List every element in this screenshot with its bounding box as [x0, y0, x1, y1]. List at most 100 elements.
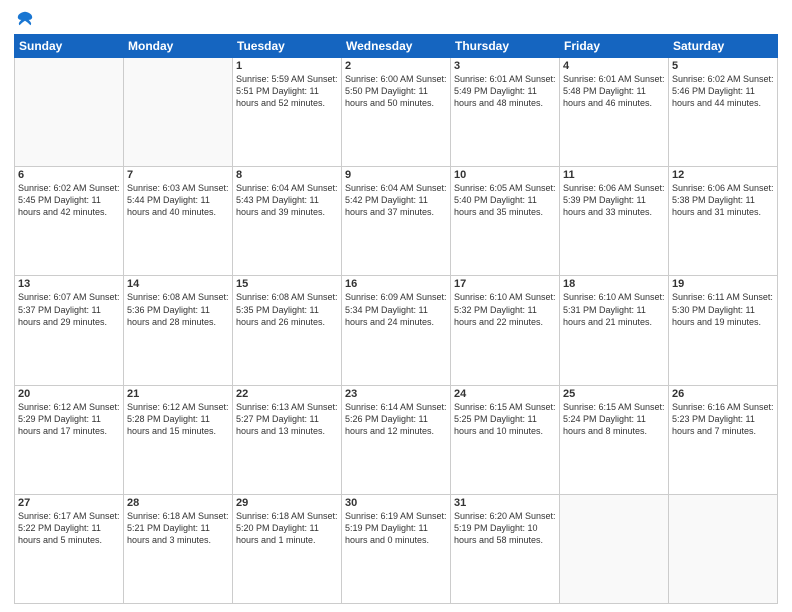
- calendar-cell: 18Sunrise: 6:10 AM Sunset: 5:31 PM Dayli…: [560, 276, 669, 385]
- calendar-cell: 22Sunrise: 6:13 AM Sunset: 5:27 PM Dayli…: [233, 385, 342, 494]
- cell-day-number: 5: [672, 60, 774, 72]
- cell-day-info: Sunrise: 6:11 AM Sunset: 5:30 PM Dayligh…: [672, 291, 774, 327]
- cell-day-info: Sunrise: 6:06 AM Sunset: 5:38 PM Dayligh…: [672, 182, 774, 218]
- cell-day-number: 14: [127, 278, 229, 290]
- cell-day-info: Sunrise: 6:20 AM Sunset: 5:19 PM Dayligh…: [454, 510, 556, 546]
- cell-day-number: 30: [345, 497, 447, 509]
- calendar-cell: 20Sunrise: 6:12 AM Sunset: 5:29 PM Dayli…: [15, 385, 124, 494]
- calendar-cell: 17Sunrise: 6:10 AM Sunset: 5:32 PM Dayli…: [451, 276, 560, 385]
- cell-day-number: 26: [672, 388, 774, 400]
- cell-day-info: Sunrise: 6:07 AM Sunset: 5:37 PM Dayligh…: [18, 291, 120, 327]
- cell-day-number: 24: [454, 388, 556, 400]
- cell-day-number: 10: [454, 169, 556, 181]
- calendar-cell: 26Sunrise: 6:16 AM Sunset: 5:23 PM Dayli…: [669, 385, 778, 494]
- calendar-cell: 9Sunrise: 6:04 AM Sunset: 5:42 PM Daylig…: [342, 167, 451, 276]
- cell-day-number: 7: [127, 169, 229, 181]
- cell-day-number: 22: [236, 388, 338, 400]
- cell-day-info: Sunrise: 6:17 AM Sunset: 5:22 PM Dayligh…: [18, 510, 120, 546]
- cell-day-number: 20: [18, 388, 120, 400]
- cell-day-info: Sunrise: 6:18 AM Sunset: 5:20 PM Dayligh…: [236, 510, 338, 546]
- cell-day-info: Sunrise: 6:12 AM Sunset: 5:28 PM Dayligh…: [127, 401, 229, 437]
- calendar-cell: 23Sunrise: 6:14 AM Sunset: 5:26 PM Dayli…: [342, 385, 451, 494]
- calendar-cell: 19Sunrise: 6:11 AM Sunset: 5:30 PM Dayli…: [669, 276, 778, 385]
- cell-day-info: Sunrise: 6:00 AM Sunset: 5:50 PM Dayligh…: [345, 73, 447, 109]
- cell-day-info: Sunrise: 5:59 AM Sunset: 5:51 PM Dayligh…: [236, 73, 338, 109]
- calendar-header-thursday: Thursday: [451, 35, 560, 58]
- calendar-cell: 24Sunrise: 6:15 AM Sunset: 5:25 PM Dayli…: [451, 385, 560, 494]
- calendar-cell: 21Sunrise: 6:12 AM Sunset: 5:28 PM Dayli…: [124, 385, 233, 494]
- cell-day-number: 13: [18, 278, 120, 290]
- cell-day-info: Sunrise: 6:10 AM Sunset: 5:31 PM Dayligh…: [563, 291, 665, 327]
- cell-day-number: 8: [236, 169, 338, 181]
- cell-day-number: 2: [345, 60, 447, 72]
- calendar-cell: 13Sunrise: 6:07 AM Sunset: 5:37 PM Dayli…: [15, 276, 124, 385]
- cell-day-info: Sunrise: 6:16 AM Sunset: 5:23 PM Dayligh…: [672, 401, 774, 437]
- cell-day-number: 31: [454, 497, 556, 509]
- cell-day-info: Sunrise: 6:09 AM Sunset: 5:34 PM Dayligh…: [345, 291, 447, 327]
- cell-day-info: Sunrise: 6:06 AM Sunset: 5:39 PM Dayligh…: [563, 182, 665, 218]
- calendar-cell: [124, 58, 233, 167]
- calendar-cell: 1Sunrise: 5:59 AM Sunset: 5:51 PM Daylig…: [233, 58, 342, 167]
- calendar-week-row: 20Sunrise: 6:12 AM Sunset: 5:29 PM Dayli…: [15, 385, 778, 494]
- calendar-cell: 6Sunrise: 6:02 AM Sunset: 5:45 PM Daylig…: [15, 167, 124, 276]
- calendar-cell: [560, 494, 669, 603]
- calendar-header-row: SundayMondayTuesdayWednesdayThursdayFrid…: [15, 35, 778, 58]
- cell-day-info: Sunrise: 6:10 AM Sunset: 5:32 PM Dayligh…: [454, 291, 556, 327]
- page: SundayMondayTuesdayWednesdayThursdayFrid…: [0, 0, 792, 612]
- cell-day-info: Sunrise: 6:14 AM Sunset: 5:26 PM Dayligh…: [345, 401, 447, 437]
- calendar-cell: 28Sunrise: 6:18 AM Sunset: 5:21 PM Dayli…: [124, 494, 233, 603]
- calendar-header-wednesday: Wednesday: [342, 35, 451, 58]
- calendar-cell: 5Sunrise: 6:02 AM Sunset: 5:46 PM Daylig…: [669, 58, 778, 167]
- calendar-week-row: 27Sunrise: 6:17 AM Sunset: 5:22 PM Dayli…: [15, 494, 778, 603]
- calendar-week-row: 13Sunrise: 6:07 AM Sunset: 5:37 PM Dayli…: [15, 276, 778, 385]
- cell-day-number: 29: [236, 497, 338, 509]
- calendar-week-row: 6Sunrise: 6:02 AM Sunset: 5:45 PM Daylig…: [15, 167, 778, 276]
- cell-day-number: 21: [127, 388, 229, 400]
- cell-day-number: 18: [563, 278, 665, 290]
- cell-day-number: 25: [563, 388, 665, 400]
- calendar-cell: 7Sunrise: 6:03 AM Sunset: 5:44 PM Daylig…: [124, 167, 233, 276]
- calendar-header-monday: Monday: [124, 35, 233, 58]
- calendar-header-tuesday: Tuesday: [233, 35, 342, 58]
- calendar-cell: 25Sunrise: 6:15 AM Sunset: 5:24 PM Dayli…: [560, 385, 669, 494]
- cell-day-info: Sunrise: 6:13 AM Sunset: 5:27 PM Dayligh…: [236, 401, 338, 437]
- cell-day-number: 6: [18, 169, 120, 181]
- cell-day-number: 11: [563, 169, 665, 181]
- calendar-cell: 30Sunrise: 6:19 AM Sunset: 5:19 PM Dayli…: [342, 494, 451, 603]
- cell-day-number: 12: [672, 169, 774, 181]
- cell-day-number: 19: [672, 278, 774, 290]
- cell-day-number: 17: [454, 278, 556, 290]
- cell-day-info: Sunrise: 6:19 AM Sunset: 5:19 PM Dayligh…: [345, 510, 447, 546]
- calendar-table: SundayMondayTuesdayWednesdayThursdayFrid…: [14, 34, 778, 604]
- header: [14, 10, 778, 28]
- logo-bird-icon: [16, 10, 34, 28]
- cell-day-number: 4: [563, 60, 665, 72]
- calendar-cell: 10Sunrise: 6:05 AM Sunset: 5:40 PM Dayli…: [451, 167, 560, 276]
- cell-day-info: Sunrise: 6:01 AM Sunset: 5:48 PM Dayligh…: [563, 73, 665, 109]
- calendar-header-sunday: Sunday: [15, 35, 124, 58]
- calendar-cell: 16Sunrise: 6:09 AM Sunset: 5:34 PM Dayli…: [342, 276, 451, 385]
- calendar-week-row: 1Sunrise: 5:59 AM Sunset: 5:51 PM Daylig…: [15, 58, 778, 167]
- calendar-cell: [15, 58, 124, 167]
- cell-day-info: Sunrise: 6:18 AM Sunset: 5:21 PM Dayligh…: [127, 510, 229, 546]
- cell-day-info: Sunrise: 6:02 AM Sunset: 5:45 PM Dayligh…: [18, 182, 120, 218]
- calendar-cell: 2Sunrise: 6:00 AM Sunset: 5:50 PM Daylig…: [342, 58, 451, 167]
- calendar-cell: 12Sunrise: 6:06 AM Sunset: 5:38 PM Dayli…: [669, 167, 778, 276]
- calendar-cell: 3Sunrise: 6:01 AM Sunset: 5:49 PM Daylig…: [451, 58, 560, 167]
- calendar-cell: 8Sunrise: 6:04 AM Sunset: 5:43 PM Daylig…: [233, 167, 342, 276]
- cell-day-number: 9: [345, 169, 447, 181]
- logo: [14, 10, 36, 28]
- cell-day-info: Sunrise: 6:02 AM Sunset: 5:46 PM Dayligh…: [672, 73, 774, 109]
- cell-day-info: Sunrise: 6:15 AM Sunset: 5:25 PM Dayligh…: [454, 401, 556, 437]
- cell-day-info: Sunrise: 6:05 AM Sunset: 5:40 PM Dayligh…: [454, 182, 556, 218]
- calendar-cell: 14Sunrise: 6:08 AM Sunset: 5:36 PM Dayli…: [124, 276, 233, 385]
- cell-day-info: Sunrise: 6:04 AM Sunset: 5:43 PM Dayligh…: [236, 182, 338, 218]
- cell-day-number: 16: [345, 278, 447, 290]
- cell-day-number: 3: [454, 60, 556, 72]
- calendar-cell: 31Sunrise: 6:20 AM Sunset: 5:19 PM Dayli…: [451, 494, 560, 603]
- cell-day-info: Sunrise: 6:04 AM Sunset: 5:42 PM Dayligh…: [345, 182, 447, 218]
- cell-day-number: 28: [127, 497, 229, 509]
- calendar-cell: 27Sunrise: 6:17 AM Sunset: 5:22 PM Dayli…: [15, 494, 124, 603]
- calendar-cell: 15Sunrise: 6:08 AM Sunset: 5:35 PM Dayli…: [233, 276, 342, 385]
- calendar-cell: 4Sunrise: 6:01 AM Sunset: 5:48 PM Daylig…: [560, 58, 669, 167]
